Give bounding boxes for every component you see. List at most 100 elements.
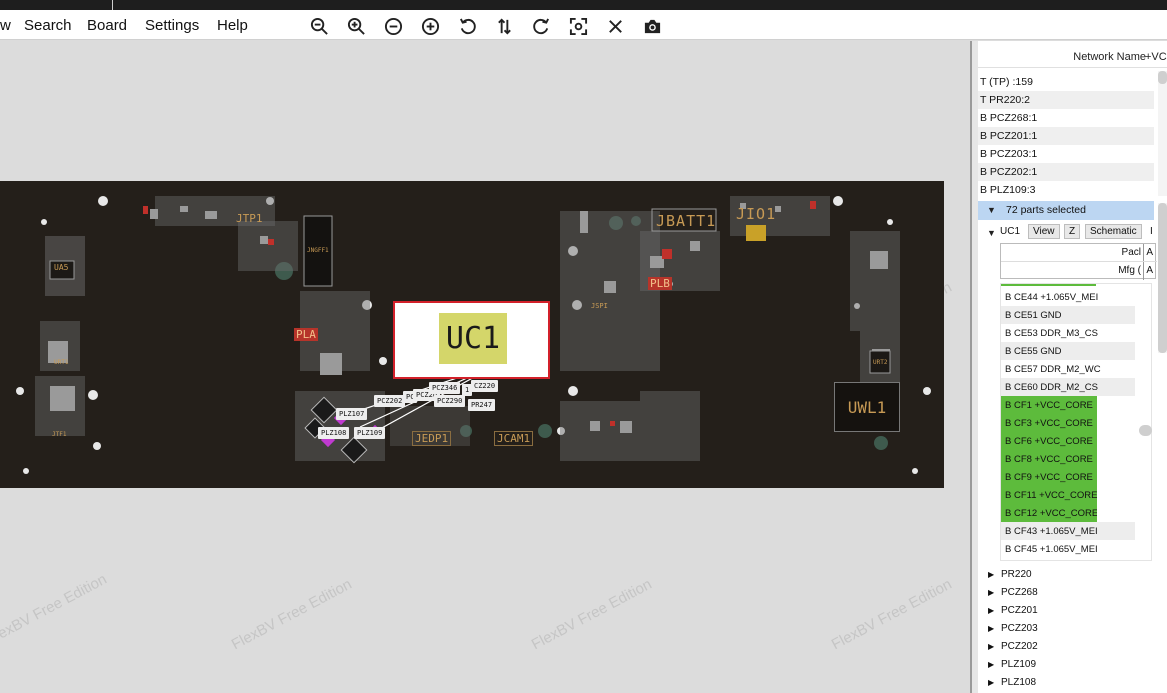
menu-settings[interactable]: Settings bbox=[145, 17, 199, 34]
jcam1-label: JCAM1 bbox=[494, 431, 534, 446]
pin-list: B CE44 +1.065V_MEI B CE51 GND B CE53 DDR_M… bbox=[1000, 283, 1152, 561]
jedp1-label: JEDP1 bbox=[412, 431, 452, 446]
title-bar bbox=[0, 0, 1167, 10]
tree-item[interactable]: ▶ PCZ201 bbox=[988, 602, 1158, 620]
tree-item[interactable]: ▶ PCZ202 bbox=[988, 638, 1158, 656]
board-viewport[interactable]: FlexBV Free Edition FlexBV Free Edition … bbox=[0, 41, 970, 693]
tree-item-label: PCZ203 bbox=[1001, 623, 1038, 634]
network-header: Network Name +VCC bbox=[978, 46, 1167, 68]
tree-item-label: PCZ201 bbox=[1001, 605, 1038, 616]
net-row[interactable]: B PCZ202:1 bbox=[978, 163, 1154, 181]
plb-label: PLB bbox=[648, 277, 672, 290]
tree-item[interactable]: ▶ PLZ108 bbox=[988, 674, 1158, 692]
parts-scrollbar[interactable] bbox=[1158, 203, 1167, 353]
expand-triangle-icon[interactable]: ▶ bbox=[988, 624, 994, 633]
flip-icon[interactable] bbox=[492, 15, 516, 37]
tree-item-label: PCZ202 bbox=[1001, 641, 1038, 652]
chip-label[interactable]: CZ220 bbox=[471, 380, 499, 392]
pin-row[interactable]: B CF3 +VCC_CORE bbox=[1001, 414, 1097, 432]
urt1-label: URT1 bbox=[54, 359, 69, 366]
expand-triangle-icon[interactable]: ▶ bbox=[988, 678, 994, 687]
info-value: A bbox=[1146, 247, 1153, 258]
pin-row[interactable]: B CE57 DDR_M2_WC bbox=[1001, 360, 1135, 378]
pin-row[interactable]: B CF1 +VCC_CORE bbox=[1001, 396, 1097, 414]
part-expand-icon[interactable]: ▼ bbox=[987, 228, 996, 238]
menu-help[interactable]: Help bbox=[217, 17, 248, 34]
fit-icon[interactable] bbox=[566, 15, 590, 37]
chip-label[interactable]: PLZ108 bbox=[318, 427, 350, 439]
scroll-knob[interactable] bbox=[1139, 425, 1152, 436]
chip-label[interactable]: PLZ107 bbox=[336, 408, 368, 420]
tree-item[interactable]: ▶ PCZ268 bbox=[988, 584, 1158, 602]
tree-item-label: PR220 bbox=[1001, 569, 1032, 580]
net-row[interactable]: T PR220:2 bbox=[978, 91, 1154, 109]
plus-circle-icon[interactable] bbox=[418, 15, 442, 37]
watermark: FlexBV Free Edition bbox=[828, 575, 955, 654]
pin-row[interactable]: B CF6 +VCC_CORE bbox=[1001, 432, 1097, 450]
chip-label[interactable]: PCZ290 bbox=[434, 395, 466, 407]
watermark: FlexBV Free Edition bbox=[528, 575, 655, 654]
pin-row[interactable]: B CE44 +1.065V_MEI bbox=[1001, 288, 1135, 306]
camera-icon[interactable] bbox=[640, 15, 664, 37]
jio1-label: JIO1 bbox=[736, 205, 777, 223]
pin-row[interactable]: B CE53 DDR_M3_CS bbox=[1001, 324, 1135, 342]
view-button[interactable]: View bbox=[1028, 224, 1060, 239]
chip-label[interactable]: PCZ202 bbox=[374, 395, 406, 407]
info-panel: Network Name +VCC T (TP) :159 T PR220:2 … bbox=[972, 41, 1167, 693]
pin-row[interactable]: B CE60 DDR_M2_CS bbox=[1001, 378, 1135, 396]
schematic-button[interactable]: Schematic bbox=[1085, 224, 1142, 239]
tree-item[interactable]: ▶ PCZ203 bbox=[988, 620, 1158, 638]
info-key: Pacl bbox=[1121, 247, 1141, 258]
expand-triangle-icon[interactable]: ▶ bbox=[988, 660, 994, 669]
expand-triangle-icon[interactable]: ▶ bbox=[988, 642, 994, 651]
pcb-board[interactable]: UC1 UWL1 JBATT1 JIO1 JTP1 JEDP1 JCAM1 PL… bbox=[0, 181, 944, 488]
scrollbar-thumb[interactable] bbox=[1158, 203, 1167, 353]
pin-row[interactable]: B CF43 +1.065V_MEI bbox=[1001, 522, 1135, 540]
pin-row[interactable]: B CF8 +VCC_CORE bbox=[1001, 450, 1097, 468]
menu-search[interactable]: Search bbox=[24, 17, 72, 34]
expand-triangle-icon[interactable]: ▶ bbox=[988, 570, 994, 579]
pin-row[interactable]: B CF12 +VCC_CORE bbox=[1001, 504, 1097, 522]
uwl1-component[interactable]: UWL1 bbox=[834, 382, 900, 432]
menu-view[interactable]: w bbox=[0, 17, 11, 34]
expand-triangle-icon[interactable]: ▶ bbox=[988, 588, 994, 597]
close-icon[interactable] bbox=[603, 15, 627, 37]
scrollbar-thumb[interactable] bbox=[1158, 71, 1167, 84]
net-row[interactable]: B PCZ268:1 bbox=[978, 109, 1154, 127]
pin-row[interactable]: B CF11 +VCC_CORE bbox=[1001, 486, 1097, 504]
expand-triangle-icon[interactable]: ▶ bbox=[988, 606, 994, 615]
part-name: UC1 bbox=[1000, 226, 1021, 237]
tree-item[interactable]: ▶ PR220 bbox=[988, 566, 1158, 584]
collapse-triangle-icon[interactable]: ▼ bbox=[987, 205, 996, 215]
uc1-component[interactable]: UC1 bbox=[393, 301, 550, 379]
menu-board[interactable]: Board bbox=[87, 17, 127, 34]
rotate-cw-icon[interactable] bbox=[529, 15, 553, 37]
network-name-label: Network Name bbox=[1073, 51, 1146, 63]
pla-label: PLA bbox=[294, 328, 318, 341]
net-row[interactable]: T (TP) :159 bbox=[978, 73, 1154, 91]
pin-row[interactable]: B CE55 GND bbox=[1001, 342, 1135, 360]
title-separator bbox=[112, 0, 113, 10]
chip-label[interactable]: PCZ346 bbox=[429, 382, 461, 394]
rotate-ccw-icon[interactable] bbox=[455, 15, 479, 37]
tree-item[interactable]: ▶ PLZ109 bbox=[988, 656, 1158, 674]
z-button[interactable]: Z bbox=[1064, 224, 1081, 239]
pin-row[interactable]: B CE51 GND bbox=[1001, 306, 1135, 324]
pin-row[interactable]: B CF45 +1.065V_MEI bbox=[1001, 540, 1135, 558]
info-button[interactable]: I bbox=[1146, 224, 1157, 239]
zoom-out-icon[interactable] bbox=[307, 15, 331, 37]
zoom-in-icon[interactable] bbox=[344, 15, 368, 37]
tree-item-label: PLZ109 bbox=[1001, 659, 1037, 670]
pin-row[interactable]: B CF9 +VCC_CORE bbox=[1001, 468, 1097, 486]
selection-header[interactable]: ▼ 72 parts selected bbox=[978, 201, 1154, 220]
network-name-value: +VCC bbox=[1145, 51, 1167, 63]
net-row[interactable]: B PCZ201:1 bbox=[978, 127, 1154, 145]
minus-circle-icon[interactable] bbox=[381, 15, 405, 37]
net-row[interactable]: B PCZ203:1 bbox=[978, 145, 1154, 163]
menu-bar: w Search Board Settings Help bbox=[0, 10, 1167, 40]
net-list: T (TP) :159 T PR220:2 B PCZ268:1 B PCZ20… bbox=[978, 73, 1154, 199]
net-list-scrollbar[interactable] bbox=[1158, 71, 1167, 196]
net-row[interactable]: B PLZ109:3 bbox=[978, 181, 1154, 199]
chip-label[interactable]: PR247 bbox=[468, 399, 496, 411]
chip-label[interactable]: PLZ109 bbox=[354, 427, 386, 439]
